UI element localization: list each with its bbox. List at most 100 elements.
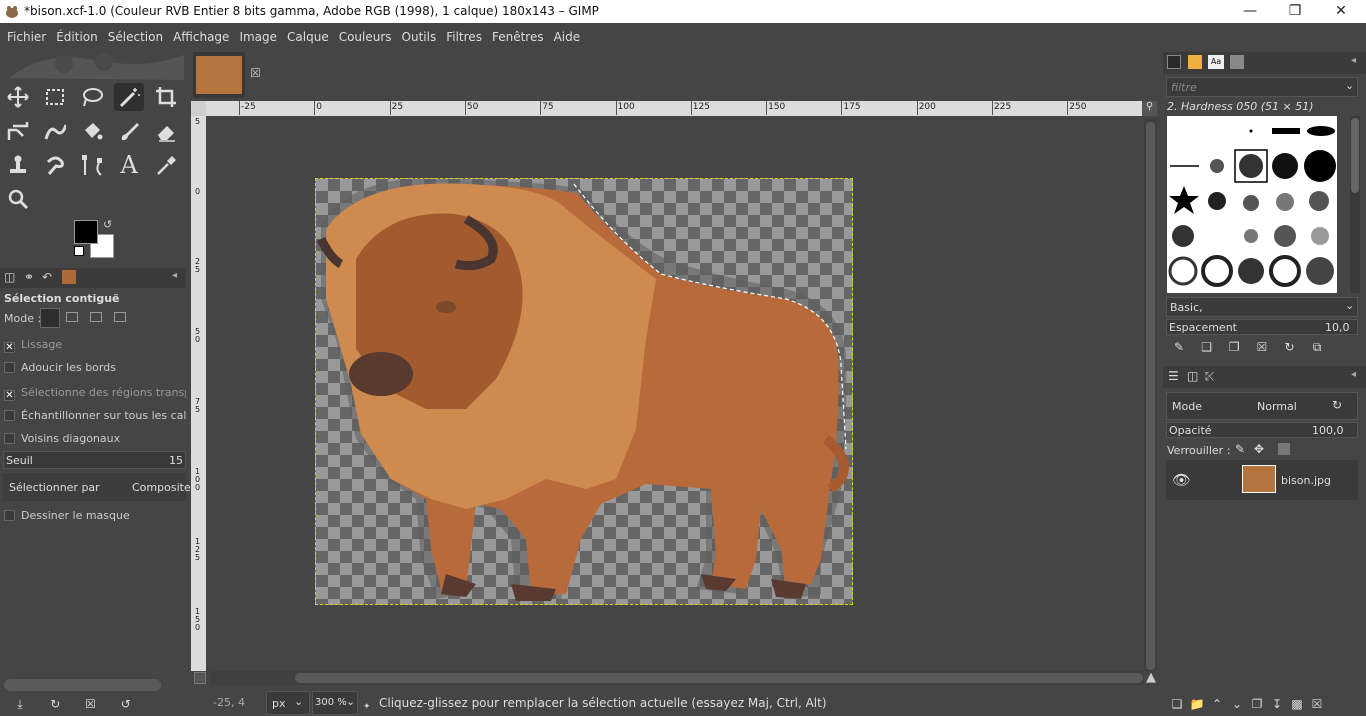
refresh-brushes-icon[interactable]: ↻ xyxy=(1280,340,1300,354)
close-image-tab-icon[interactable]: ☒ xyxy=(250,66,261,80)
unified-transform-tool-icon[interactable] xyxy=(3,117,33,145)
restore-button[interactable]: ❐ xyxy=(1272,0,1318,23)
edit-brush-icon[interactable]: ✎ xyxy=(1169,340,1189,354)
brushes-tab-icon[interactable] xyxy=(1167,55,1181,69)
delete-options-icon[interactable]: ☒ xyxy=(81,697,101,711)
delete-brush-icon[interactable]: ☒ xyxy=(1252,340,1272,354)
fonts-tab-icon[interactable]: Aa xyxy=(1208,55,1224,69)
open-brush-as-image-icon[interactable]: ⧉ xyxy=(1307,340,1327,355)
zoom-tool-icon[interactable] xyxy=(3,185,33,213)
brush-grid-scrollbar-thumb[interactable] xyxy=(1351,118,1359,193)
paintbrush-tool-icon[interactable] xyxy=(114,117,144,145)
menu-calque[interactable]: Calque xyxy=(282,30,334,44)
option-sample-merged[interactable]: Échantillonner sur tous les calque xyxy=(4,409,186,422)
swap-colors-icon[interactable]: ↺ xyxy=(103,218,112,231)
zoom-fit-icon[interactable]: ⚲ xyxy=(1142,101,1157,116)
lock-pixels-icon[interactable]: ✎ xyxy=(1235,442,1245,456)
menu-fenetres[interactable]: Fenêtres xyxy=(487,30,549,44)
horizontal-scrollbar[interactable] xyxy=(211,671,1144,685)
image-canvas[interactable] xyxy=(315,177,853,605)
menu-image[interactable]: Image xyxy=(234,30,282,44)
configure-tab-icon[interactable]: ◂ xyxy=(1351,55,1356,66)
images-tab-icon[interactable] xyxy=(62,270,76,284)
navigate-icon[interactable]: ▲ xyxy=(1146,670,1156,685)
delete-layer-icon[interactable]: ☒ xyxy=(1307,697,1327,711)
option-adoucir[interactable]: Adoucir les bords xyxy=(4,361,116,374)
merge-layer-icon[interactable]: ↧ xyxy=(1267,697,1287,711)
color-picker-tool-icon[interactable] xyxy=(151,151,181,179)
lasso-tool-icon[interactable] xyxy=(77,83,107,111)
eye-icon[interactable]: 👁 xyxy=(1172,471,1191,489)
threshold-slider[interactable]: Seuil 15 xyxy=(3,451,186,469)
menu-filtres[interactable]: Filtres xyxy=(441,30,487,44)
checkbox-draw-mask[interactable] xyxy=(4,510,15,521)
lower-layer-icon[interactable]: ⌄ xyxy=(1227,697,1247,711)
mode-reset-icon[interactable]: ↻ xyxy=(1332,398,1342,412)
mode-add-button[interactable] xyxy=(66,312,78,322)
smudge-tool-icon[interactable] xyxy=(40,151,70,179)
checkbox-adoucir[interactable] xyxy=(4,362,15,373)
zoom-dropdown[interactable]: 300 % ⌄ xyxy=(312,691,358,715)
ruler-corner[interactable] xyxy=(191,101,206,116)
option-lissage[interactable]: ✕ Lissage xyxy=(4,338,62,353)
vertical-scrollbar[interactable] xyxy=(1144,118,1157,671)
image-tab[interactable] xyxy=(193,52,245,98)
menu-aide[interactable]: Aide xyxy=(549,30,586,44)
tool-options-scrollbar[interactable] xyxy=(4,679,161,691)
layer-row[interactable]: 👁 bison.jpg xyxy=(1166,460,1358,500)
spacing-slider[interactable]: Espacement 10,0 xyxy=(1166,319,1358,335)
raise-layer-icon[interactable]: ⌃ xyxy=(1207,697,1227,711)
foreground-color-swatch[interactable] xyxy=(74,220,98,244)
checkbox-transparent[interactable]: ✕ xyxy=(4,390,15,401)
configure-tab-icon[interactable]: ◂ xyxy=(172,270,177,281)
option-draw-mask[interactable]: Dessiner le masque xyxy=(4,509,130,522)
layer-mode-row[interactable]: Mode Normal ↻ xyxy=(1166,392,1358,420)
eraser-tool-icon[interactable] xyxy=(151,117,181,145)
vertical-ruler[interactable]: 5 0 2 5 5 0 7 5 1 0 0 1 2 5 1 5 0 xyxy=(191,116,206,671)
paths-tab-icon[interactable]: ⤪ xyxy=(1205,369,1215,384)
tool-options-tab-icon[interactable]: ◫ xyxy=(4,270,15,284)
horizontal-ruler[interactable]: -25 0 25 50 75 100 125 150 175 200 225 250 xyxy=(206,101,1144,116)
patterns-tab-icon[interactable] xyxy=(1188,55,1202,69)
new-layer-icon[interactable]: ❏ xyxy=(1167,697,1187,711)
channels-tab-icon[interactable]: ◫ xyxy=(1187,369,1198,383)
menu-selection[interactable]: Sélection xyxy=(103,30,168,44)
crop-tool-icon[interactable] xyxy=(151,83,181,111)
unit-dropdown[interactable]: px ⌄ xyxy=(266,691,310,715)
minimize-button[interactable]: — xyxy=(1227,0,1273,23)
mode-intersect-button[interactable] xyxy=(114,312,126,322)
mode-subtract-button[interactable] xyxy=(90,312,102,322)
text-tool-icon[interactable]: A xyxy=(114,151,144,179)
lock-position-icon[interactable]: ✥ xyxy=(1254,442,1264,456)
menu-couleurs[interactable]: Couleurs xyxy=(334,30,397,44)
menu-edition[interactable]: Édition xyxy=(51,30,103,44)
option-diagonal[interactable]: Voisins diagonaux xyxy=(4,432,120,445)
option-transparent[interactable]: ✕ Sélectionne des régions transpare xyxy=(4,386,186,401)
vertical-scrollbar-thumb[interactable] xyxy=(1146,122,1155,670)
lock-alpha-icon[interactable] xyxy=(1278,443,1290,455)
quick-mask-toggle[interactable] xyxy=(194,672,206,684)
new-brush-icon[interactable]: ❏ xyxy=(1197,340,1217,354)
reset-options-icon[interactable]: ↺ xyxy=(116,697,136,711)
configure-tab-icon[interactable]: ◂ xyxy=(1351,369,1356,380)
mode-replace-button[interactable] xyxy=(40,308,60,328)
horizontal-scrollbar-thumb[interactable] xyxy=(295,673,1143,683)
opacity-slider[interactable]: Opacité 100,0 xyxy=(1166,422,1358,438)
gradients-tab-icon[interactable] xyxy=(1230,55,1244,69)
rect-select-tool-icon[interactable] xyxy=(40,83,70,111)
bucket-fill-tool-icon[interactable] xyxy=(77,117,107,145)
new-layer-group-icon[interactable]: 📁 xyxy=(1187,697,1207,711)
mask-layer-icon[interactable]: ▩ xyxy=(1287,697,1307,711)
menu-affichage[interactable]: Affichage xyxy=(168,30,234,44)
clone-tool-icon[interactable] xyxy=(3,151,33,179)
checkbox-diagonal[interactable] xyxy=(4,433,15,444)
checkbox-lissage[interactable]: ✕ xyxy=(4,342,15,353)
brush-preset-dropdown[interactable]: Basic, ⌄ xyxy=(1166,297,1358,317)
select-by-row[interactable]: Sélectionner par Composite xyxy=(3,473,191,501)
checkbox-sample-merged[interactable] xyxy=(4,410,15,421)
menu-outils[interactable]: Outils xyxy=(397,30,442,44)
close-window-button[interactable]: ✕ xyxy=(1318,0,1364,23)
fuzzy-select-tool-icon[interactable] xyxy=(114,83,144,111)
brush-filter-input[interactable]: filtre ⌄ xyxy=(1166,77,1358,97)
warp-tool-icon[interactable] xyxy=(40,117,70,145)
